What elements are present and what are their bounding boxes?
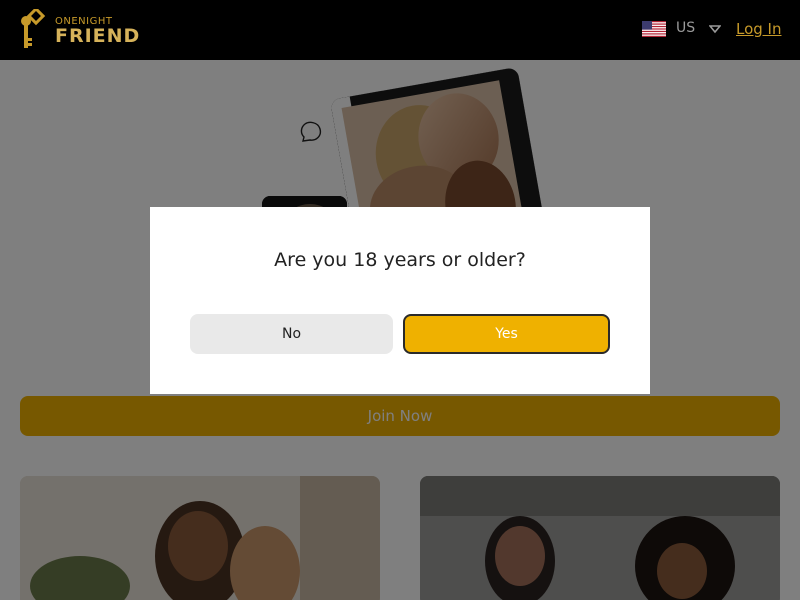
age-question: Are you 18 years or older? bbox=[274, 249, 526, 271]
no-button[interactable]: No bbox=[190, 314, 393, 354]
age-verification-dialog: Are you 18 years or older? No Yes bbox=[150, 207, 650, 394]
country-selector[interactable]: US bbox=[676, 20, 695, 36]
chevron-down-icon[interactable] bbox=[709, 24, 721, 34]
site-logo[interactable]: ONENIGHT FRIEND bbox=[18, 9, 139, 51]
logo-key-icon bbox=[21, 9, 46, 48]
yes-button[interactable]: Yes bbox=[403, 314, 610, 354]
us-flag-icon[interactable] bbox=[642, 21, 666, 37]
site-header: ONENIGHT FRIEND US Log In bbox=[0, 0, 800, 60]
login-link[interactable]: Log In bbox=[736, 20, 782, 38]
logo-text-main: FRIEND bbox=[55, 25, 141, 47]
